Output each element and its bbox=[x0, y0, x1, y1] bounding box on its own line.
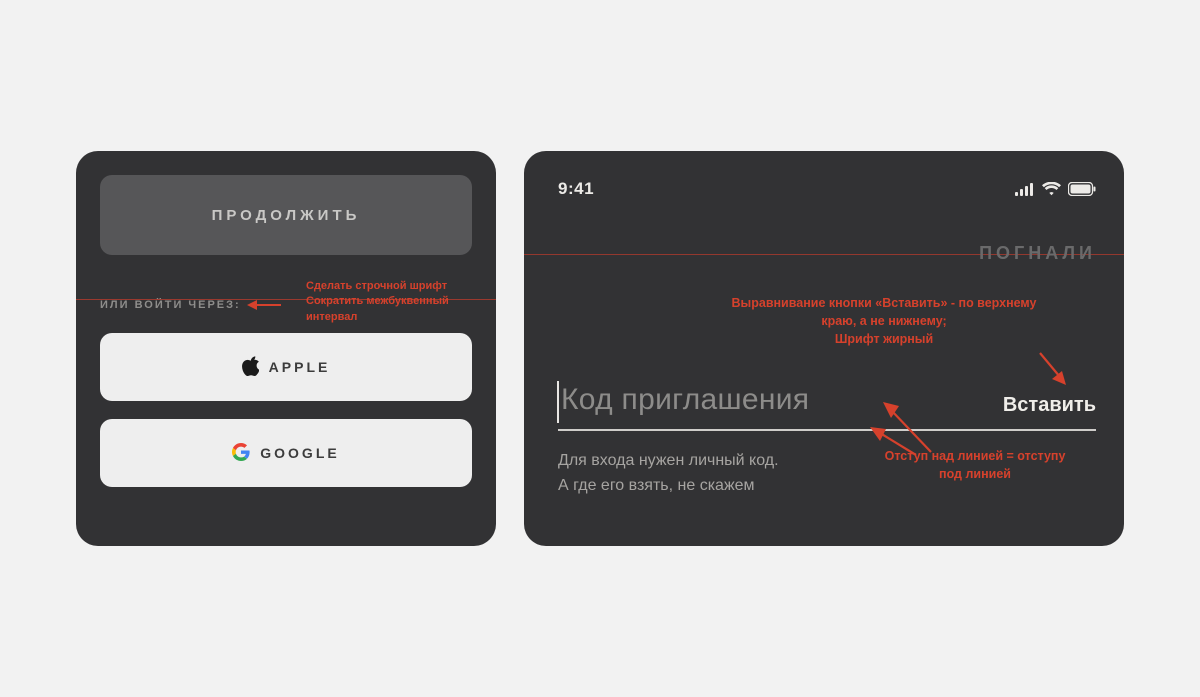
invite-help-text: Для входа нужен личный код. А где его вз… bbox=[558, 449, 779, 499]
annotation-line-padding: Отступ над линией = отступу под линией bbox=[860, 448, 1090, 483]
annotation-paste-alignment: Выравнивание кнопки «Вставить» - по верх… bbox=[704, 294, 1064, 348]
annotation-arrow-icon bbox=[247, 299, 281, 311]
google-login-button[interactable]: GOOGLE bbox=[100, 419, 472, 487]
login-options-panel: ПРОДОЛЖИТЬ Сделать строчной шрифт Сократ… bbox=[76, 151, 496, 546]
invite-code-row: Код приглашения Вставить bbox=[558, 383, 1096, 417]
signal-icon bbox=[1015, 183, 1035, 196]
status-clock: 9:41 bbox=[558, 179, 594, 199]
apple-login-button[interactable]: APPLE bbox=[100, 333, 472, 401]
continue-button[interactable]: ПРОДОЛЖИТЬ bbox=[100, 175, 472, 255]
annotation-lowercase-tracking: Сделать строчной шрифт Сократить межбукв… bbox=[306, 279, 496, 325]
continue-label: ПРОДОЛЖИТЬ bbox=[212, 207, 361, 224]
google-icon bbox=[232, 443, 250, 464]
battery-icon bbox=[1068, 182, 1096, 196]
oauth-buttons: APPLE GOOGLE bbox=[100, 333, 472, 487]
status-bar: 9:41 bbox=[558, 177, 1096, 201]
paste-button[interactable]: Вставить bbox=[1003, 394, 1096, 417]
pognali-heading: ПОГНАЛИ bbox=[979, 243, 1096, 264]
input-underline bbox=[558, 429, 1096, 431]
invite-code-input[interactable]: Код приглашения bbox=[558, 383, 809, 417]
apple-icon bbox=[242, 356, 259, 379]
invite-code-panel: 9:41 bbox=[524, 151, 1124, 546]
apple-label: APPLE bbox=[269, 359, 331, 375]
wifi-icon bbox=[1042, 182, 1061, 196]
google-label: GOOGLE bbox=[260, 445, 339, 461]
or-login-via-label: ИЛИ ВОЙТИ ЧЕРЕЗ: bbox=[100, 299, 241, 311]
